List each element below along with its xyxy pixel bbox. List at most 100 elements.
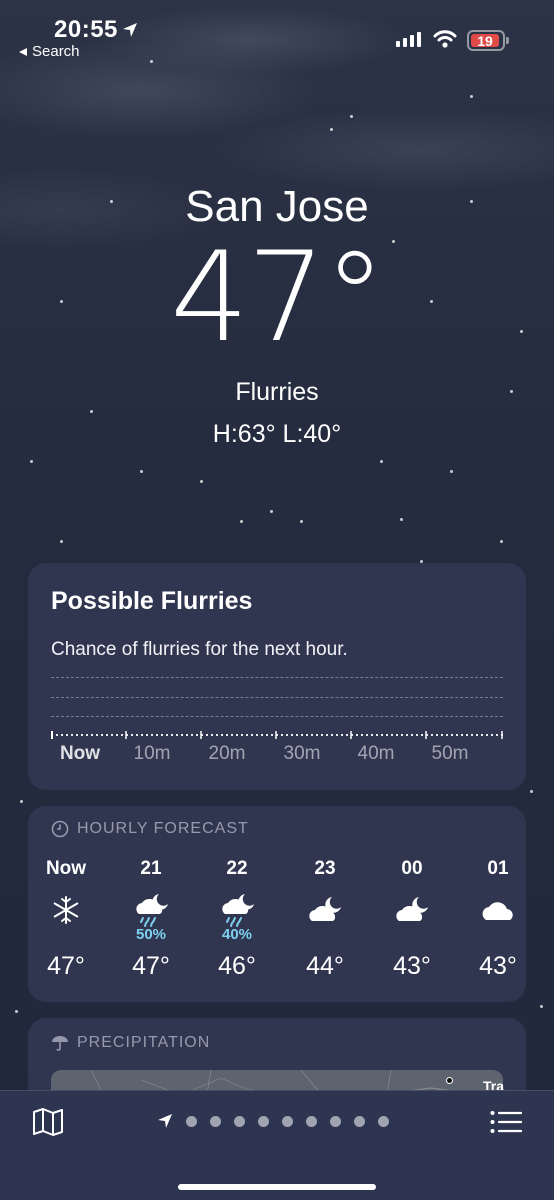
status-time: 20:55 (54, 16, 118, 43)
tick-label: 10m (133, 743, 171, 764)
list-icon[interactable] (490, 1110, 522, 1134)
snowflake-particle (540, 1005, 543, 1008)
precipitation-title: PRECIPITATION (77, 1034, 211, 1051)
page-dot (258, 1115, 269, 1127)
snowflake-particle (500, 540, 503, 543)
city-name: San Jose (185, 182, 369, 231)
snowflake-particle (300, 520, 303, 523)
nowcast-card[interactable]: Possible Flurries Chance of flurries for… (28, 563, 526, 790)
precip-chance: 50% (135, 926, 167, 943)
hourly-forecast-title: HOURLY FORECAST (77, 820, 249, 837)
wifi-icon (433, 30, 457, 48)
snowflake-particle (270, 510, 273, 513)
snowflake-particle (380, 460, 383, 463)
snowflake-particle (150, 60, 153, 63)
map-icon[interactable] (32, 1107, 64, 1137)
tick-label: 40m (357, 743, 395, 764)
hourly-list[interactable]: Now 47° 21 50% 47° 22 40% 46° 23 44° 00 … (28, 858, 526, 988)
hour-temperature: 47° (47, 952, 85, 980)
snowflake-particle (350, 115, 353, 118)
moon-cloud-icon (372, 890, 452, 930)
snowflake-particle (60, 540, 63, 543)
hour-label: 22 (226, 858, 248, 879)
page-dot (306, 1115, 317, 1127)
snowflake-particle (530, 790, 533, 793)
precip-chance (458, 926, 538, 944)
hourly-forecast-card[interactable]: HOURLY FORECAST Now 47° 21 50% 47° 22 40… (28, 806, 526, 1002)
page-dot (210, 1115, 221, 1127)
hour-temperature: 47° (132, 952, 170, 980)
page-dot (378, 1115, 389, 1127)
battery-level: 19 (477, 32, 493, 49)
cloud-icon (458, 890, 538, 930)
tick-label: 50m (431, 743, 469, 764)
back-to-search-link[interactable]: Search (18, 43, 80, 60)
precip-chance (285, 926, 365, 944)
page-dot (330, 1115, 341, 1127)
hour-label: Now (45, 858, 87, 879)
snowflake-particle (15, 1010, 18, 1013)
current-condition: Flurries (235, 378, 319, 406)
page-dot (186, 1115, 197, 1127)
high-low-temperature: H:63° L:40° (212, 420, 342, 448)
snowflake-particle (400, 518, 403, 521)
snowflake-particle (330, 128, 333, 131)
hour-item-22: 22 40% 46° (197, 858, 277, 981)
moon-cloud-rain-icon (111, 890, 191, 930)
hour-temperature: 43° (393, 952, 431, 980)
hour-label: 01 (487, 858, 509, 879)
hour-item-21: 21 50% 47° (111, 858, 191, 981)
location-marker (446, 1077, 453, 1084)
page-dot (282, 1115, 293, 1127)
tick-label: 30m (283, 743, 321, 764)
page-dot (354, 1115, 365, 1127)
hour-label: 00 (401, 858, 423, 879)
tick-label: 20m (208, 743, 246, 764)
nowcast-subtitle: Chance of flurries for the next hour. (51, 639, 348, 660)
nowcast-baseline (51, 731, 503, 739)
precipitation-header: PRECIPITATION (51, 1034, 210, 1052)
cellular-signal-icon (396, 32, 421, 47)
snowflake-particle (20, 800, 23, 803)
battery-tip (506, 37, 509, 44)
nowcast-title: Possible Flurries (51, 587, 253, 615)
page-dot (234, 1115, 245, 1127)
hour-item-01: 01 43° (458, 858, 538, 981)
snowflake-particle (140, 470, 143, 473)
clock-icon (51, 820, 69, 838)
snowflake-particle (90, 410, 93, 413)
location-arrow-icon (123, 23, 137, 37)
home-indicator (178, 1184, 376, 1190)
precip-chance (372, 926, 452, 944)
snowflake-particle (200, 480, 203, 483)
back-label: Search (32, 43, 80, 60)
moon-cloud-rain-icon (197, 890, 277, 930)
current-temperature: 47° (170, 226, 386, 370)
snowflake-particle (240, 520, 243, 523)
chart-gridline (51, 677, 503, 678)
hour-item-23: 23 44° (285, 858, 365, 981)
precip-chance: 40% (221, 926, 253, 943)
battery-indicator: 19 (467, 30, 505, 51)
hour-label: 21 (140, 858, 162, 879)
snowflake-particle (30, 460, 33, 463)
hour-item-now: Now 47° (26, 858, 106, 981)
precip-chance (26, 926, 106, 944)
hourly-forecast-header: HOURLY FORECAST (51, 820, 249, 838)
hour-temperature: 43° (479, 952, 517, 980)
hour-temperature: 44° (306, 952, 344, 980)
hour-temperature: 46° (218, 952, 256, 980)
hour-label: 23 (314, 858, 336, 879)
location-arrow-icon (158, 1114, 172, 1128)
back-triangle-icon (19, 47, 27, 56)
snowflake-icon (26, 890, 106, 930)
snowflake-particle (450, 470, 453, 473)
tick-label: Now (59, 743, 101, 764)
chart-gridline (51, 716, 503, 717)
umbrella-icon (52, 1036, 68, 1051)
chart-gridline (51, 697, 503, 698)
page-indicator[interactable] (157, 1113, 389, 1129)
hour-item-00: 00 43° (372, 858, 452, 981)
snowflake-particle (470, 95, 473, 98)
nowcast-time-axis: Now 10m 20m 30m 40m 50m (28, 743, 526, 769)
